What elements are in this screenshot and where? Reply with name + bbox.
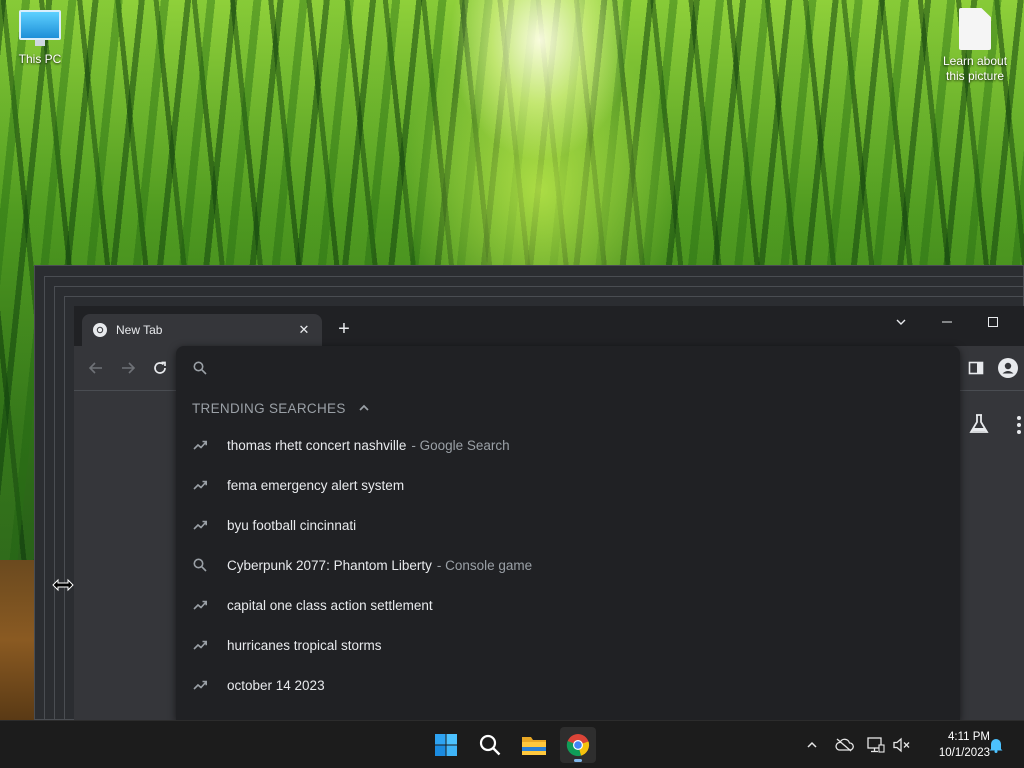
search-icon — [192, 557, 208, 573]
section-title: TRENDING SEARCHES — [192, 400, 346, 416]
suggestion-text: hurricanes tropical storms — [227, 637, 382, 653]
tab-new-tab[interactable]: New Tab ✕ — [82, 314, 322, 346]
onedrive-button[interactable] — [834, 735, 854, 755]
bell-icon — [989, 739, 1003, 753]
profile-button[interactable] — [998, 358, 1018, 383]
notifications-button[interactable] — [986, 735, 1006, 755]
more-menu-button[interactable] — [1016, 415, 1022, 440]
desktop-icon-label: This PC — [18, 52, 62, 66]
suggestion-item[interactable]: thomas rhett concert nashville - Google S… — [176, 425, 960, 465]
tab-strip: New Tab ✕ + — [74, 306, 1024, 346]
arrow-left-icon — [88, 362, 102, 374]
reload-icon — [154, 361, 166, 374]
tab-search-chevron-icon[interactable] — [878, 308, 924, 336]
start-button[interactable] — [428, 727, 464, 763]
new-tab-button[interactable]: + — [332, 318, 356, 342]
suggestion-item[interactable]: fema emergency alert system — [176, 465, 960, 505]
suggestion-item[interactable]: october 14 2023 — [176, 665, 960, 705]
suggestion-item[interactable]: hurricanes tropical storms — [176, 625, 960, 665]
search-icon — [193, 361, 207, 375]
trending-icon — [192, 637, 208, 653]
suggestion-item[interactable]: Cyberpunk 2077: Phantom Liberty - Console… — [176, 545, 960, 585]
network-button[interactable] — [866, 735, 886, 755]
chrome-icon — [566, 734, 590, 757]
suggestion-item[interactable]: byu football cincinnati — [176, 505, 960, 545]
network-icon — [867, 737, 885, 753]
taskbar-search-button[interactable] — [472, 727, 508, 763]
tab-title: New Tab — [116, 323, 163, 337]
folder-icon — [522, 737, 546, 755]
file-explorer-button[interactable] — [516, 727, 552, 763]
taskbar: 4:11 PM 10/1/2023 — [0, 720, 1024, 768]
trending-icon — [192, 477, 208, 493]
chevron-up-icon[interactable] — [358, 402, 370, 414]
desktop-icon-label: Learn about this picture — [942, 54, 1008, 83]
document-icon — [959, 8, 991, 50]
speaker-muted-icon — [893, 737, 910, 753]
search-icon — [479, 734, 501, 756]
arrow-right-icon — [122, 362, 136, 374]
omnibox-dropdown: TRENDING SEARCHES thomas rhett concert n… — [176, 346, 960, 720]
side-panel-button[interactable] — [968, 360, 984, 381]
address-input[interactable] — [220, 356, 940, 380]
minimize-button[interactable] — [924, 308, 970, 336]
suggestion-text: Cyberpunk 2077: Phantom Liberty — [227, 557, 432, 573]
suggestion-text: capital one class action settlement — [227, 597, 433, 613]
suggestion-text: october 14 2023 — [227, 677, 325, 693]
more-vertical-icon — [1017, 416, 1021, 434]
reload-button[interactable] — [148, 356, 172, 380]
desktop-icon-this-pc[interactable]: This PC — [0, 10, 80, 66]
profile-avatar-icon — [998, 358, 1018, 378]
back-button[interactable] — [84, 356, 108, 380]
windows-logo-icon — [435, 734, 457, 756]
maximize-button[interactable] — [970, 308, 1016, 336]
suggestion-description: - Console game — [436, 557, 533, 573]
trending-icon — [192, 517, 208, 533]
omnibox — [176, 346, 960, 390]
computer-icon — [19, 10, 61, 46]
trending-icon — [192, 677, 208, 693]
taskbar-clock[interactable]: 4:11 PM 10/1/2023 — [918, 729, 990, 761]
suggestion-text: byu football cincinnati — [227, 517, 357, 533]
forward-button[interactable] — [116, 356, 140, 380]
show-hidden-icons-button[interactable] — [802, 735, 822, 755]
clock-date: 10/1/2023 — [938, 747, 990, 759]
cloud-offline-icon — [835, 738, 854, 752]
trending-icon — [192, 597, 208, 613]
trending-icon — [192, 437, 208, 453]
chevron-up-icon — [807, 741, 817, 748]
tab-close-icon[interactable]: ✕ — [296, 322, 312, 338]
chrome-favicon-icon — [93, 323, 107, 337]
suggestion-text: thomas rhett concert nashville — [227, 437, 407, 453]
suggestion-list: thomas rhett concert nashville - Google S… — [176, 425, 960, 705]
flask-icon — [969, 414, 989, 433]
volume-button[interactable] — [892, 735, 912, 755]
suggestion-item[interactable]: capital one class action settlement — [176, 585, 960, 625]
suggestion-text: fema emergency alert system — [227, 477, 405, 493]
labs-button[interactable] — [968, 413, 990, 440]
chrome-taskbar-button[interactable] — [560, 727, 596, 763]
resize-horizontal-cursor-icon — [52, 578, 74, 592]
suggestion-description: - Google Search — [411, 437, 510, 453]
side-panel-icon — [968, 361, 984, 375]
trending-searches-header[interactable]: TRENDING SEARCHES — [192, 398, 370, 418]
desktop-icon-learn-about-picture[interactable]: Learn about this picture — [935, 8, 1015, 84]
clock-time: 4:11 PM — [948, 731, 990, 743]
